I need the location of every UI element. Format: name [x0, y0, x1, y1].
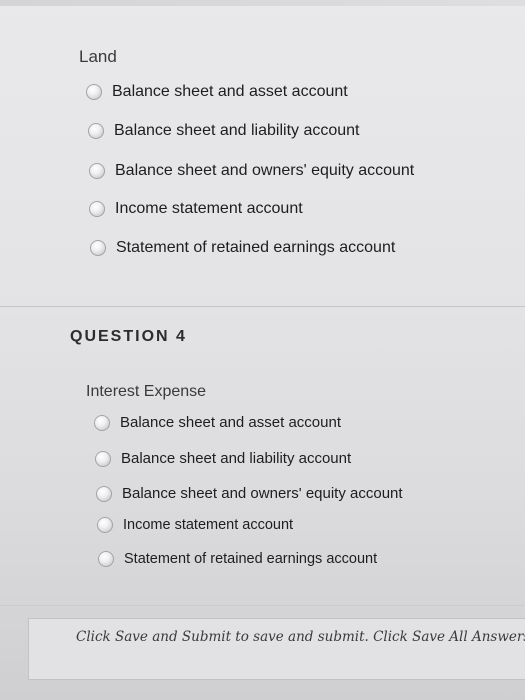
radio-button[interactable] [94, 414, 110, 431]
option-label: Balance sheet and liability account [114, 122, 360, 139]
quiz-page: Land Balance sheet and asset account Bal… [0, 0, 525, 700]
option-label: Balance sheet and asset account [112, 83, 348, 100]
section-divider [0, 306, 525, 307]
question-4-heading: QUESTION 4 [70, 328, 187, 345]
section-divider [0, 605, 525, 606]
radio-button[interactable] [90, 240, 106, 256]
option-label: Balance sheet and liability account [121, 450, 352, 467]
radio-button[interactable] [95, 450, 111, 467]
radio-button[interactable] [96, 485, 112, 502]
footer-instructions: Click Save and Submit to save and submit… [76, 629, 525, 645]
option-label: Balance sheet and owners' equity account [115, 162, 415, 179]
option-label: Income statement account [115, 200, 303, 217]
radio-button[interactable] [97, 517, 113, 533]
q4-option-liability[interactable]: Balance sheet and liability account [95, 450, 351, 467]
top-strip [0, 0, 525, 6]
q3-option-equity[interactable]: Balance sheet and owners' equity account [89, 162, 414, 180]
footer-instructions-box: Click Save and Submit to save and submit… [28, 618, 525, 680]
option-label: Income statement account [123, 517, 294, 533]
question-4-prompt: Interest Expense [86, 383, 207, 400]
option-label: Statement of retained earnings account [116, 239, 396, 256]
radio-button[interactable] [98, 551, 114, 567]
q4-option-retained[interactable]: Statement of retained earnings account [98, 551, 377, 567]
q3-option-liability[interactable]: Balance sheet and liability account [88, 122, 360, 140]
q4-option-asset[interactable]: Balance sheet and asset account [94, 414, 341, 431]
q3-option-retained[interactable]: Statement of retained earnings account [90, 239, 395, 257]
q3-option-income[interactable]: Income statement account [89, 200, 303, 218]
option-label: Balance sheet and asset account [120, 414, 341, 431]
radio-button[interactable] [88, 123, 104, 139]
q4-option-equity[interactable]: Balance sheet and owners' equity account [96, 485, 403, 502]
q4-option-income[interactable]: Income statement account [97, 517, 293, 533]
question-3-prompt: Land [79, 47, 117, 66]
option-label: Statement of retained earnings account [124, 551, 378, 567]
radio-button[interactable] [89, 201, 105, 217]
q3-option-asset[interactable]: Balance sheet and asset account [86, 83, 348, 101]
option-label: Balance sheet and owners' equity account [122, 485, 403, 502]
radio-button[interactable] [89, 163, 105, 179]
radio-button[interactable] [86, 84, 102, 100]
